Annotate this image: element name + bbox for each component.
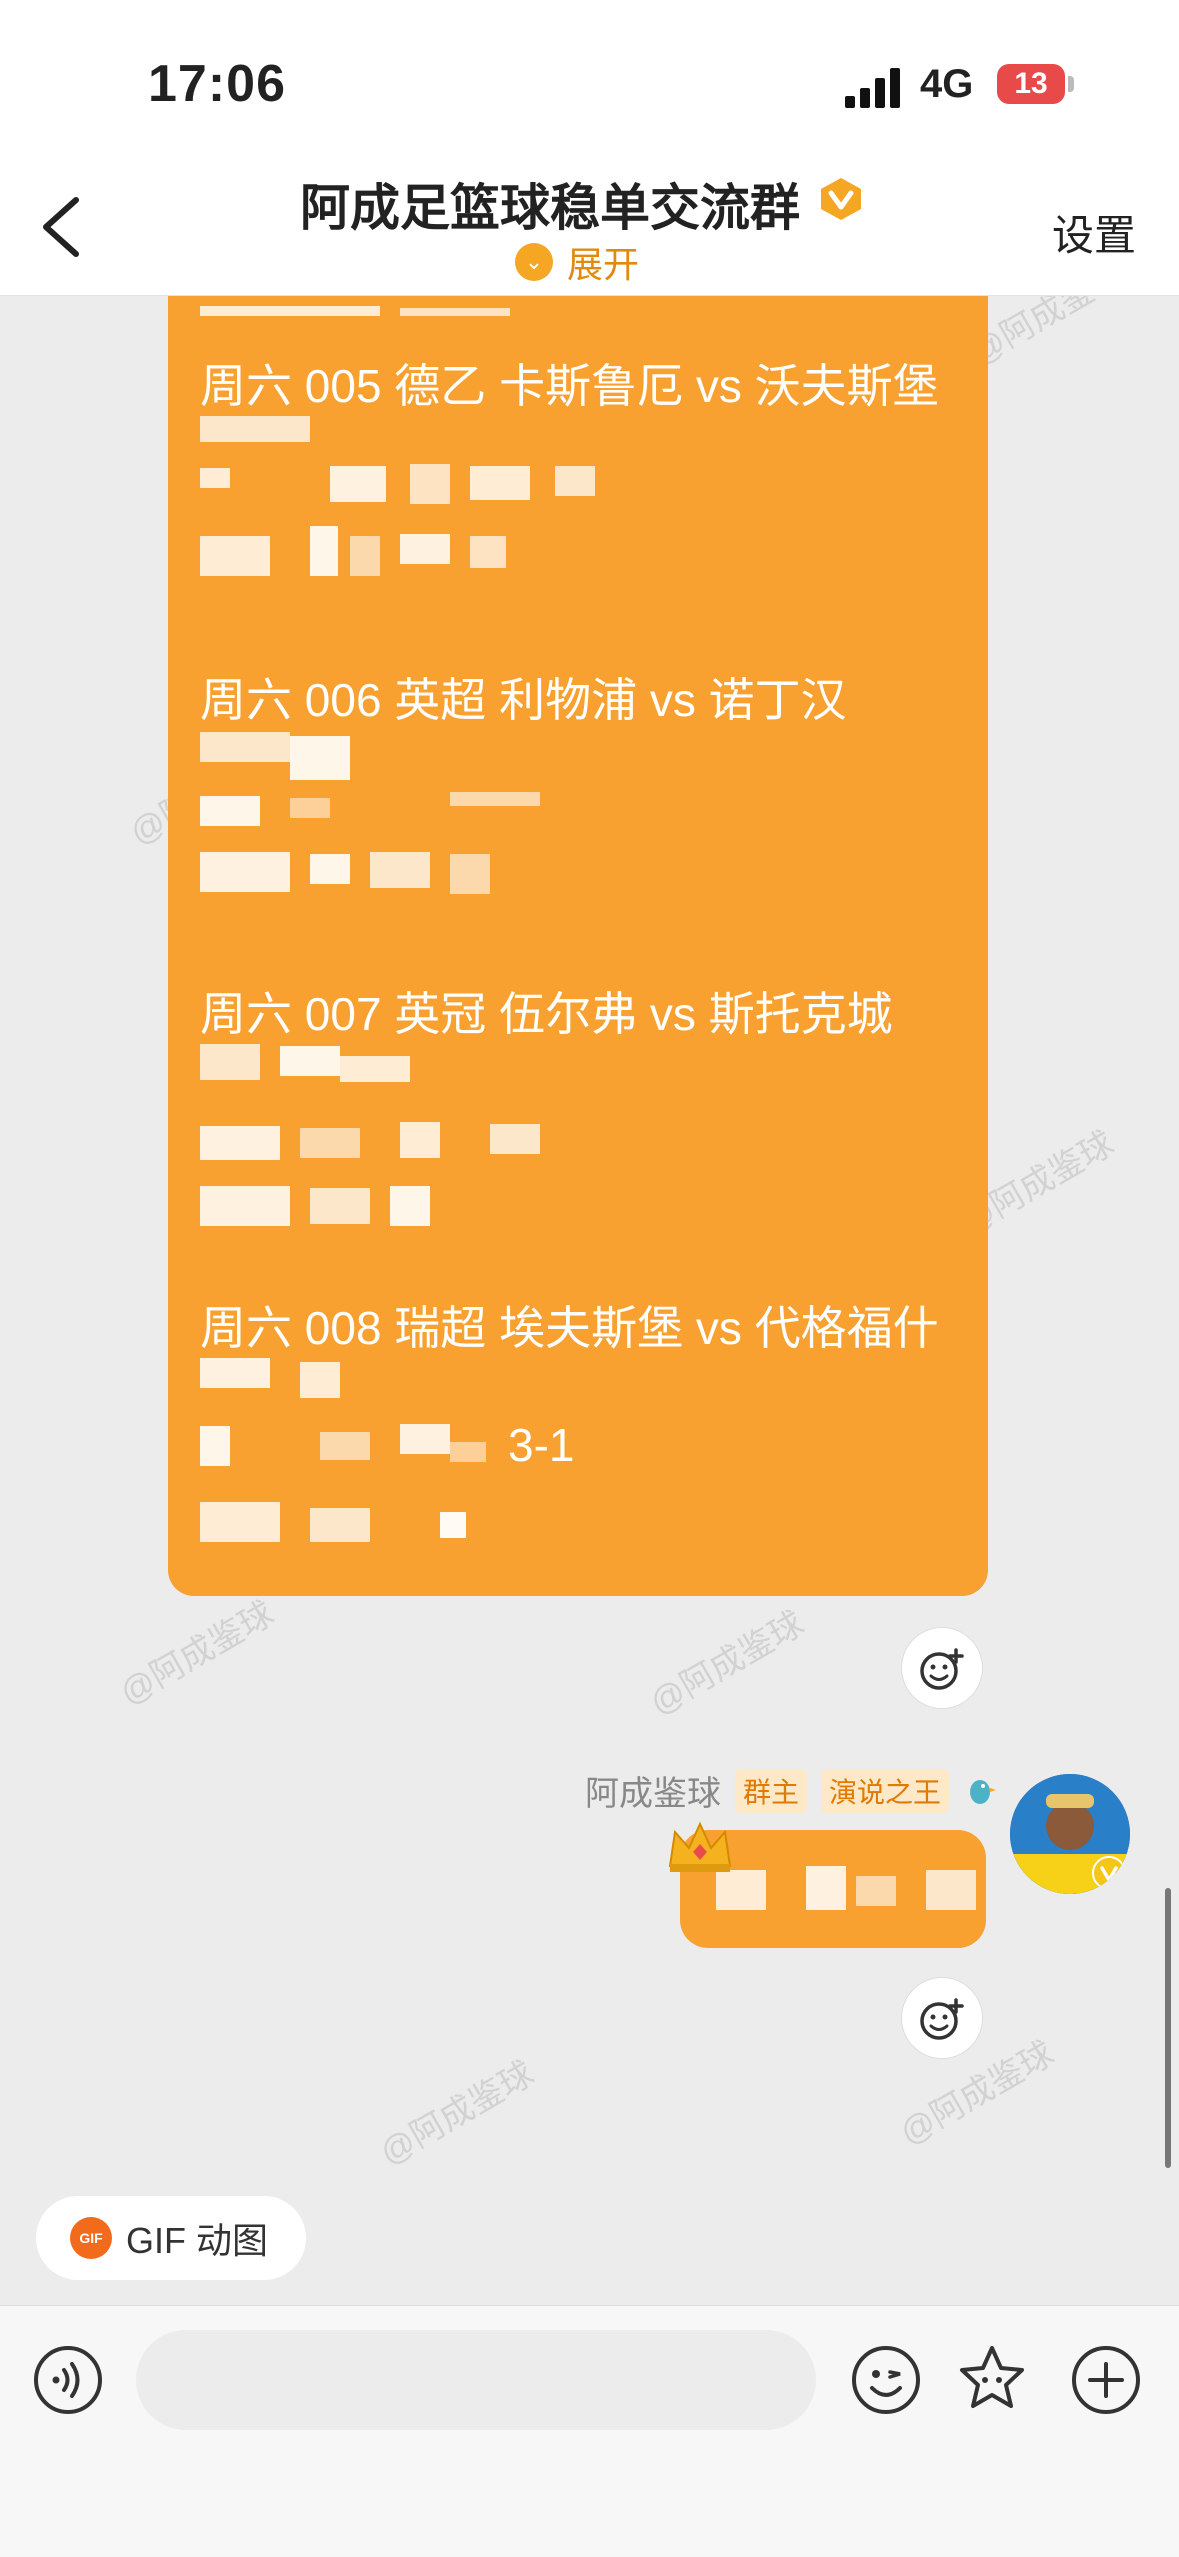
add-reaction-icon[interactable]: [902, 1978, 982, 2058]
match-line-005: 周六 005 德乙 卡斯鲁厄 vs 沃夫斯堡: [200, 360, 939, 412]
v-badge-icon: [821, 178, 861, 220]
watermark: @阿成鉴球: [113, 1594, 281, 1713]
add-reaction-icon[interactable]: [902, 1628, 982, 1708]
match-line-008: 周六 008 瑞超 埃夫斯堡 vs 代格福什: [200, 1302, 939, 1354]
title-tag: 演说之王: [821, 1768, 950, 1813]
network-type: 4G: [920, 62, 974, 106]
chat-area[interactable]: @阿成鉴球 @阿成鉴球 @阿成鉴球 @阿成鉴球 @阿成鉴球 @阿成鉴球 @阿成鉴…: [0, 296, 1179, 2216]
match-line-006: 周六 006 英超 利物浦 vs 诺丁汉: [200, 674, 847, 726]
voice-icon[interactable]: [32, 2344, 104, 2416]
settings-button[interactable]: 设置: [1052, 202, 1136, 263]
plus-icon[interactable]: [1070, 2344, 1142, 2416]
chevron-down-icon: ⌄: [515, 243, 553, 281]
input-bar: [0, 2305, 1179, 2557]
crown-icon: [668, 1821, 732, 1872]
sender-name: 阿成鉴球: [585, 1775, 721, 1813]
match-line-007: 周六 007 英冠 伍尔弗 vs 斯托克城: [200, 988, 893, 1040]
message-bubble[interactable]: 周六 005 德乙 卡斯鲁厄 vs 沃夫斯堡 周六 006 英超 利物浦 vs …: [168, 296, 988, 1596]
gif-label: GIF 动图: [126, 2220, 268, 2261]
gif-icon: GIF: [70, 2217, 112, 2259]
sticker-icon[interactable]: [956, 2342, 1028, 2414]
battery-level: 13: [1014, 67, 1048, 100]
gif-button[interactable]: GIF GIF 动图: [36, 2196, 306, 2280]
watermark: @阿成鉴球: [643, 1604, 811, 1723]
group-title: 阿成足篮球稳单交流群: [300, 180, 800, 236]
signal-icon: [845, 68, 900, 108]
emoji-icon[interactable]: [850, 2344, 922, 2416]
message-input[interactable]: [136, 2330, 816, 2430]
verified-icon: [1092, 1856, 1126, 1890]
score-fragment: 3-1: [508, 1419, 575, 1471]
avatar[interactable]: [1010, 1774, 1130, 1894]
status-time: 17:06: [148, 55, 286, 113]
bird-icon: [970, 1779, 997, 1804]
battery-cap: [1068, 76, 1074, 92]
scrollbar[interactable]: [1165, 1888, 1171, 2168]
sender-info: 阿成鉴球 群主 演说之王: [585, 1766, 997, 1815]
status-bar: 17:06 4G 13: [0, 0, 1179, 150]
expand-button[interactable]: ⌄ 展开: [515, 240, 639, 285]
chevron-left-icon[interactable]: [34, 192, 94, 262]
expand-label: 展开: [567, 244, 640, 285]
nav-bar: 阿成足篮球稳单交流群 ⌄ 展开 设置: [0, 150, 1179, 296]
owner-tag: 群主: [735, 1768, 808, 1813]
battery-icon: 13: [997, 64, 1065, 104]
watermark: @阿成鉴球: [373, 2054, 541, 2173]
